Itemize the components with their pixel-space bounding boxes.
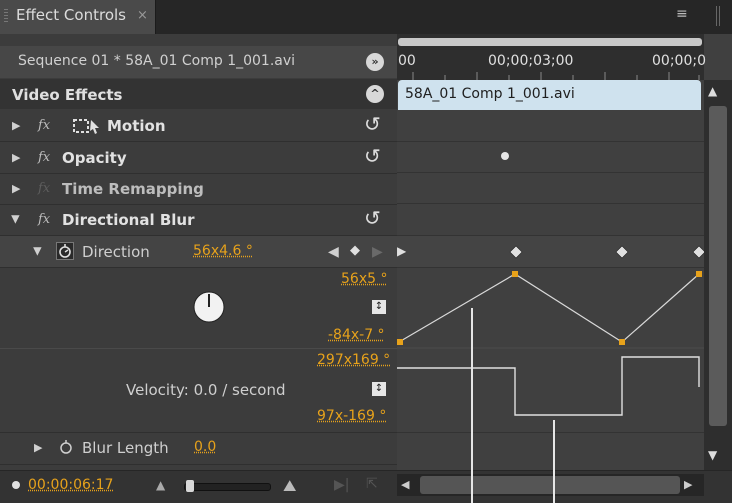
- next-keyframe-icon[interactable]: ▶: [372, 244, 383, 260]
- playhead-indicator-icon: [12, 481, 20, 489]
- lane-blur-length: [397, 432, 704, 471]
- zoom-slider[interactable]: [184, 483, 271, 491]
- zoom-in-icon[interactable]: ⛰: [283, 476, 296, 496]
- collapse-effects-button[interactable]: ^: [366, 85, 384, 103]
- effect-label-opacity: Opacity: [62, 149, 127, 167]
- work-area-bar[interactable]: [398, 38, 702, 46]
- scale-graph-icon[interactable]: ↕: [372, 300, 386, 314]
- filter-property-icon: ▶|: [334, 477, 350, 493]
- property-label-direction: Direction: [82, 243, 150, 261]
- reset-icon[interactable]: ↺: [364, 206, 381, 230]
- scroll-left-icon[interactable]: ◀: [401, 478, 409, 491]
- zoom-slider-thumb[interactable]: [186, 480, 194, 492]
- current-timecode[interactable]: 00:00:06:17: [28, 477, 113, 493]
- horizontal-scroll-thumb[interactable]: [420, 476, 680, 494]
- panel-menu-icon[interactable]: ≡: [676, 6, 698, 24]
- effect-row-opacity[interactable]: [0, 142, 397, 174]
- scroll-up-icon[interactable]: ▲: [708, 84, 717, 98]
- ruler-time-end: 00;00;0: [652, 53, 706, 69]
- sequence-name: Sequence 01 * 58A_01 Comp 1_001.avi: [18, 53, 296, 69]
- velocity-label: Velocity: 0.0 / second: [126, 381, 286, 399]
- stopwatch-icon[interactable]: [56, 242, 74, 260]
- ruler-ticks: [412, 72, 700, 80]
- clip-name: 58A_01 Comp 1_001.avi: [405, 86, 575, 102]
- scroll-right-icon[interactable]: ▶: [684, 478, 692, 491]
- tab-grip-icon[interactable]: [4, 9, 8, 23]
- effect-row-directional-blur[interactable]: [0, 204, 397, 236]
- effect-label-time-remapping: Time Remapping: [62, 180, 204, 198]
- cursor-line: [471, 308, 473, 503]
- previous-keyframe-icon[interactable]: ◀: [328, 244, 339, 260]
- fx-icon[interactable]: fx: [38, 212, 50, 227]
- ruler-time-start: 00: [398, 53, 416, 69]
- show-hide-timeline-button[interactable]: »: [366, 53, 384, 71]
- loop-playback-icon: ⇱: [366, 476, 378, 492]
- scroll-down-icon[interactable]: ▼: [708, 448, 717, 462]
- cursor-line: [553, 420, 555, 503]
- expand-triangle-icon[interactable]: ▶: [12, 119, 20, 132]
- vertical-scroll-thumb[interactable]: [709, 106, 727, 426]
- reset-icon[interactable]: ↺: [364, 112, 381, 136]
- panel-resize-grip-icon[interactable]: [716, 6, 722, 26]
- zoom-out-icon[interactable]: ▲: [156, 478, 165, 492]
- opacity-keyframe-marker[interactable]: [501, 152, 509, 160]
- direction-graph[interactable]: [397, 267, 704, 432]
- ruler-time-mid: 00;00;03;00: [488, 53, 574, 69]
- tab-title: Effect Controls: [16, 6, 126, 24]
- video-effects-title: Video Effects: [12, 86, 123, 104]
- scale-velocity-icon[interactable]: ↕: [372, 382, 386, 396]
- collapse-triangle-icon[interactable]: ▶: [32, 247, 45, 255]
- tab-effect-controls[interactable]: Effect Controls ×: [0, 0, 156, 34]
- lane-direction: [397, 236, 704, 268]
- keyframe-edge-icon[interactable]: ▶: [397, 244, 406, 258]
- velocity-min-label: 97x-169 °: [317, 408, 387, 424]
- fx-icon: fx: [38, 181, 51, 196]
- motion-transform-icon[interactable]: [72, 117, 102, 135]
- property-label-blur-length: Blur Length: [82, 439, 169, 457]
- effect-label-directional-blur: Directional Blur: [62, 211, 195, 229]
- reset-icon[interactable]: ↺: [364, 144, 381, 168]
- angle-dial-control[interactable]: [192, 290, 226, 324]
- value-max-label: 56x5 °: [341, 271, 388, 287]
- expand-triangle-icon[interactable]: ▶: [12, 182, 20, 195]
- expand-triangle-icon[interactable]: ▶: [12, 151, 20, 164]
- fx-icon[interactable]: fx: [38, 118, 50, 133]
- blur-length-value[interactable]: 0.0: [194, 439, 216, 455]
- tab-close-icon[interactable]: ×: [137, 8, 148, 23]
- velocity-max-label: 297x169 °: [317, 352, 391, 368]
- lane-time-remapping: [397, 173, 704, 204]
- effect-controls-panel: Effect Controls × ≡ Sequence 01 * 58A_01…: [0, 0, 732, 503]
- lane-opacity: [397, 142, 704, 173]
- collapse-triangle-icon[interactable]: ▶: [10, 215, 23, 223]
- effect-row-motion[interactable]: [0, 110, 397, 142]
- lane-motion: [397, 110, 704, 142]
- lane-directional-blur: [397, 204, 704, 236]
- fx-icon[interactable]: fx: [38, 150, 50, 165]
- value-min-label: -84x-7 °: [328, 327, 385, 343]
- expand-triangle-icon[interactable]: ▶: [34, 441, 42, 454]
- stopwatch-icon[interactable]: [58, 439, 74, 455]
- add-keyframe-icon[interactable]: ◆: [350, 243, 360, 258]
- direction-value[interactable]: 56x4.6 °: [193, 243, 253, 259]
- effect-label-motion: Motion: [107, 117, 166, 135]
